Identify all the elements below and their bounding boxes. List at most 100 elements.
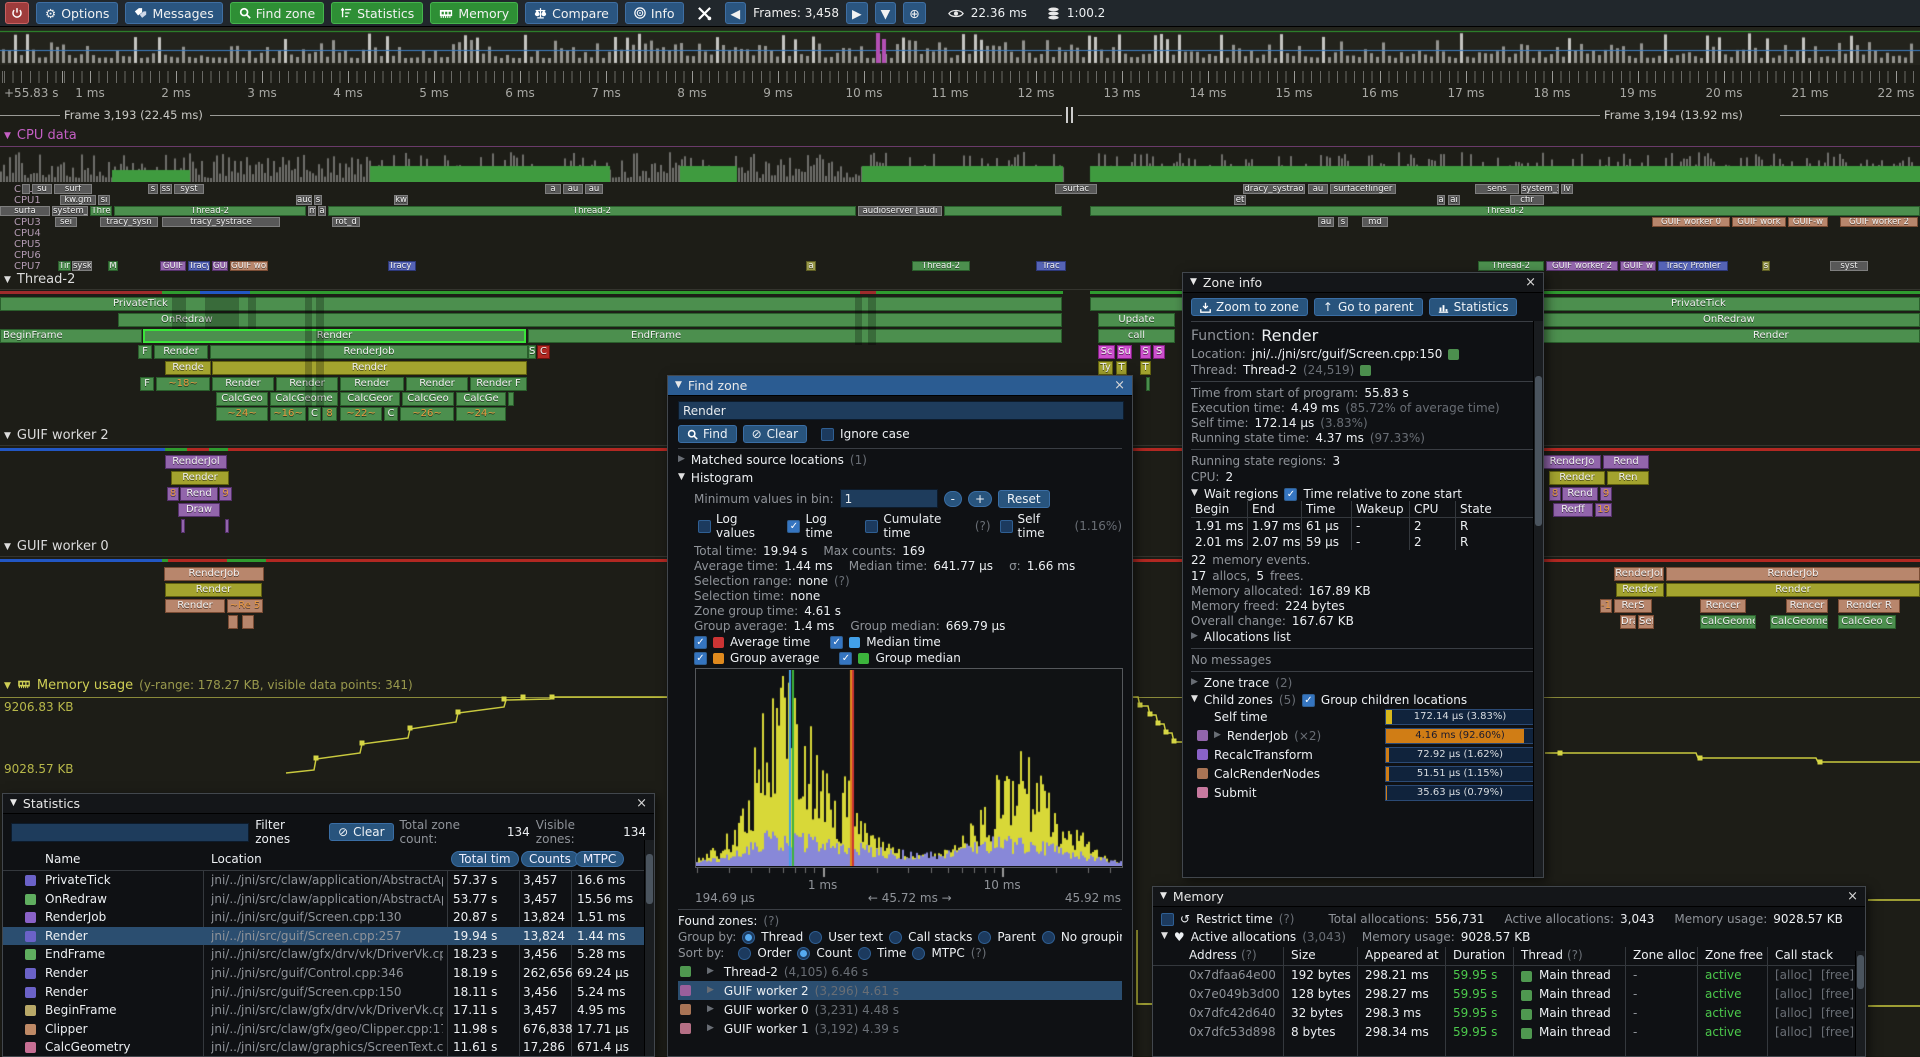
timeline-zone[interactable] [225, 519, 229, 533]
col-header[interactable]: Size [1291, 948, 1316, 962]
found-zone-row[interactable]: ▶GUIF worker 0(3,231) 4.48 s [678, 1000, 1122, 1019]
timeline-zone[interactable]: ~18~ [156, 377, 210, 391]
timeline-zone[interactable]: s [314, 195, 322, 205]
timeline-zone[interactable] [22, 184, 30, 194]
timeline-zone[interactable]: Render [143, 329, 526, 343]
reset-button[interactable]: Reset [998, 490, 1050, 508]
increment-button[interactable]: + [968, 491, 992, 507]
allocation-row[interactable]: 0x7dfaa64e00192 bytes298.21 ms59.95 sMai… [1153, 968, 1865, 987]
timeline-zone[interactable]: a [1437, 195, 1445, 205]
callstack-alloc-link[interactable]: [alloc] [1775, 1025, 1812, 1039]
callstack-alloc-link[interactable]: [alloc] [1775, 968, 1812, 982]
statistics-titlebar[interactable]: ▼ Statistics × [3, 794, 654, 814]
timeline-zone[interactable]: Rend [180, 487, 218, 501]
legend-checkbox[interactable]: ✓ [830, 636, 843, 649]
option-checkbox[interactable]: ✓ [787, 520, 800, 533]
timeline-zone[interactable]: M [108, 261, 118, 271]
col-counts-button[interactable]: Counts [521, 851, 579, 867]
timeline-zone[interactable]: kw.gm [60, 195, 96, 205]
timeline-zone[interactable]: a [545, 184, 561, 194]
timeline-zone[interactable]: Thread-2 [328, 206, 856, 216]
timeline-zone[interactable]: md [1362, 217, 1388, 227]
timeline-zone[interactable]: a [318, 206, 326, 216]
timeline-zone[interactable]: CalcGeor [340, 392, 400, 406]
timeline-zone[interactable]: au [1308, 184, 1328, 194]
timeline-zone[interactable]: syst [1830, 261, 1868, 271]
timeline-zone[interactable]: GUIF worker 2 [1546, 261, 1618, 271]
timeline-zone[interactable]: Render [212, 361, 527, 375]
option-checkbox[interactable] [698, 520, 711, 533]
table-row[interactable]: Clipperjni/../jni/src/claw/gfx/geo/Clipp… [3, 1020, 654, 1039]
go-to-parent-button[interactable]: ↑Go to parent [1314, 298, 1423, 316]
timeline-zone[interactable]: Tracy Profiler [1658, 261, 1728, 271]
callstack-alloc-link[interactable]: [alloc] [1775, 1006, 1812, 1020]
zone-info-titlebar[interactable]: ▼ Zone info × [1183, 273, 1543, 293]
timeline-zone[interactable]: Sc [1098, 345, 1115, 359]
legend-checkbox[interactable]: ✓ [694, 652, 707, 665]
frame-select-button[interactable]: ▼ [875, 2, 897, 24]
matched-locations-row[interactable]: ▶ Matched source locations(1) [678, 453, 1122, 467]
timeline-zone[interactable]: ~26~ [400, 407, 454, 421]
radio-button[interactable] [742, 931, 755, 944]
timeline-zone[interactable]: 8 [1549, 487, 1561, 501]
callstack-free-link[interactable]: [free] [1821, 968, 1854, 982]
col-header[interactable]: Appeared at [1365, 948, 1439, 962]
frame-overview-strip[interactable] [0, 27, 1920, 65]
find-zone-titlebar[interactable]: ▼ Find zone × [668, 376, 1132, 396]
table-row[interactable]: PrivateTickjni/../jni/src/claw/applicati… [3, 871, 654, 890]
timeline-zone[interactable]: GUIF worker 2 [1840, 217, 1918, 227]
timeline-zone[interactable]: S [528, 345, 536, 359]
child-zone-row[interactable]: CalcRenderNodes51.51 µs (1.15%) [1191, 764, 1535, 783]
compare-button[interactable]: Compare [525, 2, 618, 24]
timeline-zone[interactable]: S [1140, 345, 1151, 359]
table-row[interactable]: Renderjni/../jni/src/guif/Screen.cpp:150… [3, 983, 654, 1002]
timeline-zone[interactable]: RenderJol [1614, 567, 1664, 581]
timeline-zone[interactable]: tracy_sysn [100, 217, 158, 227]
timeline-zone[interactable]: C [384, 407, 398, 421]
timeline-zone[interactable]: CalcGeome [1700, 615, 1756, 629]
timeline-zone[interactable]: Render [171, 471, 229, 485]
options-button[interactable]: ⚙Options [36, 2, 118, 24]
frame-labels-row[interactable]: Frame 3,193 (22.45 ms) Frame 3,194 (13.9… [0, 104, 1920, 126]
timeline-zone[interactable]: Render [1616, 583, 1664, 597]
thread-header[interactable]: ▼Thread-2 [4, 272, 75, 287]
timeline-zone[interactable]: 9 [219, 487, 232, 501]
timeline-zone[interactable]: -17 [1600, 599, 1612, 613]
radio-button[interactable] [889, 931, 902, 944]
ignore-case-checkbox[interactable] [821, 428, 834, 441]
timeline-zone[interactable]: ~16~ [270, 407, 306, 421]
timeline-zone[interactable]: Thread-2 [1090, 206, 1920, 216]
allocation-row[interactable]: 0x7dfc42d64032 bytes298.3 ms59.95 sMain … [1153, 1006, 1865, 1025]
timeline-zone[interactable]: GUIF-w [1788, 217, 1828, 227]
col-header[interactable]: Address [1189, 948, 1237, 962]
scrollbar[interactable] [1533, 321, 1543, 877]
col-header[interactable]: Thread [1521, 948, 1563, 962]
timeline-zone[interactable]: s [1762, 261, 1770, 271]
timeline-zone[interactable]: sens [1475, 184, 1519, 194]
help-icon[interactable]: (?) [763, 914, 779, 928]
timeline-zone[interactable]: Tir [58, 261, 71, 271]
timeline-zone[interactable]: kw [394, 195, 408, 205]
cpu-data-header[interactable]: ▼ CPU data [4, 128, 77, 143]
timeline-zone[interactable]: Rend [1603, 455, 1649, 469]
timeline-zone[interactable]: GUI [212, 261, 228, 271]
radio-button[interactable] [912, 947, 925, 960]
group-children-checkbox[interactable]: ✓ [1302, 694, 1315, 707]
close-icon[interactable]: × [1525, 276, 1536, 289]
found-zone-row[interactable]: ▶GUIF worker 2(3,296) 4.61 s [678, 981, 1122, 1000]
timeline-zone[interactable]: F [138, 345, 152, 359]
timeline-zone[interactable]: surfaceflinger [1330, 184, 1396, 194]
legend-checkbox[interactable]: ✓ [839, 652, 852, 665]
radio-button[interactable] [797, 947, 810, 960]
timeline-zone[interactable]: Render [165, 583, 262, 597]
timeline-zone[interactable]: s [148, 184, 158, 194]
timeline-zone[interactable]: F [140, 377, 154, 391]
timeline-zone[interactable]: GUIF worker 0 [1652, 217, 1730, 227]
timeline-zone[interactable] [181, 519, 185, 533]
timeline-zone[interactable]: ~24~ [216, 407, 268, 421]
timeline-zone[interactable]: 9 [1600, 487, 1612, 501]
scrollbar[interactable] [644, 840, 654, 1056]
timeline-zone[interactable]: RenderJo [1543, 455, 1601, 469]
radio-button[interactable] [809, 931, 822, 944]
time-relative-checkbox[interactable]: ✓ [1284, 488, 1297, 501]
